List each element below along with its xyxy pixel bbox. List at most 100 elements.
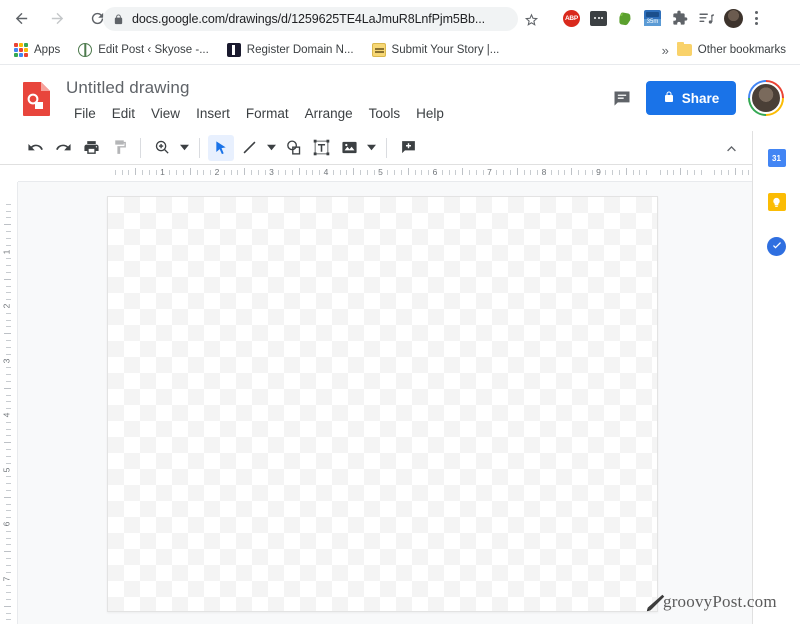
bookmark-item[interactable]: Register Domain N...	[226, 39, 354, 61]
ruler-tick	[6, 449, 11, 451]
ruler-number: 7	[487, 167, 492, 177]
vertical-ruler[interactable]: 1 2 3 4 5 6 7	[0, 182, 18, 624]
undo-icon[interactable]	[22, 135, 48, 161]
toolbar-separator	[199, 137, 200, 158]
google-calendar-icon[interactable]: 31	[766, 147, 788, 169]
menu-arrange[interactable]: Arrange	[297, 104, 361, 123]
ruler-tick	[285, 170, 287, 175]
menu-format[interactable]: Format	[238, 104, 297, 123]
print-icon[interactable]	[78, 135, 104, 161]
chrome-menu-icon[interactable]	[751, 11, 762, 25]
ruler-tick	[632, 170, 634, 175]
ruler-tick	[176, 170, 178, 175]
ruler-tick	[230, 170, 232, 175]
ruler-number: 4	[1, 412, 12, 418]
redo-icon[interactable]	[50, 135, 76, 161]
ruler-tick	[6, 326, 11, 328]
bookmarks-overflow-button[interactable]: »	[654, 43, 677, 58]
ruler-tick	[135, 168, 137, 175]
add-comment-icon[interactable]	[395, 135, 421, 161]
text-box-icon[interactable]	[308, 135, 334, 161]
adblock-plus-icon[interactable]: ABP	[562, 9, 581, 28]
ruler-tick	[612, 170, 614, 175]
menu-view[interactable]: View	[143, 104, 188, 123]
google-keep-icon[interactable]	[766, 191, 788, 213]
back-button[interactable]	[6, 3, 36, 33]
blue-timer-extension-icon[interactable]: 35m	[643, 9, 662, 28]
comment-icon[interactable]	[608, 85, 636, 113]
menu-file[interactable]: File	[66, 104, 104, 123]
bookmark-label: Submit Your Story |...	[391, 44, 500, 56]
dark-extension-icon[interactable]	[589, 9, 608, 28]
ruler-tick	[6, 558, 11, 560]
shape-icon[interactable]	[280, 135, 306, 161]
image-dropdown-caret-icon[interactable]	[364, 135, 378, 161]
evernote-icon[interactable]	[616, 9, 635, 28]
menu-insert[interactable]: Insert	[188, 104, 238, 123]
ruler-tick	[469, 170, 471, 175]
ruler-tick	[4, 333, 11, 335]
ruler-tick	[6, 489, 11, 491]
lock-icon	[113, 13, 124, 25]
image-icon[interactable]	[336, 135, 362, 161]
line-icon[interactable]	[236, 135, 262, 161]
ruler-tick	[366, 170, 368, 175]
other-bookmarks-button[interactable]: Other bookmarks	[676, 41, 786, 56]
google-tasks-icon[interactable]	[766, 235, 788, 257]
ruler-tick	[421, 170, 423, 175]
ruler-tick	[257, 170, 259, 175]
line-dropdown-caret-icon[interactable]	[264, 135, 278, 161]
bookmark-item[interactable]: Edit Post ‹ Skyose -...	[78, 39, 209, 61]
ruler-tick	[414, 170, 416, 175]
document-title[interactable]: Untitled drawing	[66, 78, 190, 98]
extensions-puzzle-icon[interactable]	[670, 9, 689, 28]
zoom-dropdown-caret-icon[interactable]	[177, 135, 191, 161]
ruler-tick	[6, 299, 11, 301]
menu-help[interactable]: Help	[408, 104, 452, 123]
ruler-tick	[6, 619, 11, 621]
side-panel: 31	[752, 131, 800, 624]
ruler-tick	[148, 170, 150, 175]
ruler-tick	[291, 170, 293, 175]
ruler-tick	[6, 401, 11, 403]
ruler-tick	[475, 170, 477, 175]
google-drawings-icon[interactable]	[22, 81, 51, 117]
bookmark-item[interactable]: Submit Your Story |...	[371, 39, 500, 61]
address-bar[interactable]: docs.google.com/drawings/d/1259625TE4LaJ…	[103, 7, 518, 31]
chevron-up-icon[interactable]	[718, 135, 744, 161]
select-cursor-icon[interactable]	[208, 134, 234, 161]
share-button[interactable]: Share	[646, 81, 736, 115]
ruler-tick	[6, 544, 11, 546]
bookmark-apps[interactable]: Apps	[14, 39, 60, 61]
ruler-tick	[332, 170, 334, 175]
ruler-tick	[455, 170, 457, 175]
ruler-tick	[223, 170, 225, 175]
ruler-tick	[496, 170, 498, 175]
ruler-tick	[6, 394, 11, 396]
menu-tools[interactable]: Tools	[361, 104, 409, 123]
ruler-tick	[4, 278, 11, 280]
ruler-tick	[6, 210, 11, 212]
ruler-tick	[6, 571, 11, 573]
ruler-number: 1	[1, 249, 12, 254]
ruler-tick	[441, 170, 443, 175]
ruler-tick	[605, 170, 607, 175]
menu-edit[interactable]: Edit	[104, 104, 143, 123]
zoom-icon[interactable]	[149, 135, 175, 161]
bookmark-star-icon[interactable]	[521, 9, 541, 29]
ruler-number: 3	[269, 167, 274, 177]
paint-format-icon[interactable]	[106, 135, 132, 161]
ruler-tick	[394, 170, 396, 175]
ruler-tick	[6, 319, 11, 321]
share-button-label: Share	[681, 90, 720, 106]
forward-button[interactable]	[42, 3, 72, 33]
ruler-tick	[360, 170, 362, 175]
reading-list-icon[interactable]	[697, 9, 716, 28]
ruler-tick	[516, 168, 518, 175]
ruler-tick	[251, 170, 253, 175]
ruler-tick	[639, 170, 641, 175]
drawing-canvas[interactable]	[107, 196, 658, 612]
account-avatar[interactable]	[748, 80, 784, 116]
profile-avatar[interactable]	[724, 8, 743, 28]
horizontal-ruler[interactable]: 1 2 3 4 5 6 7 8 9	[18, 165, 752, 182]
